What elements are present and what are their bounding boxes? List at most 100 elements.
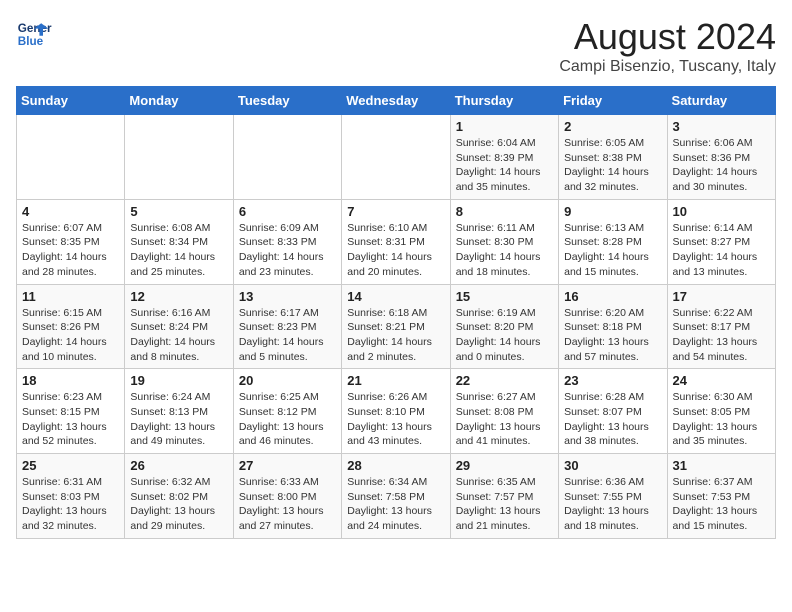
calendar-cell: 25 Sunrise: 6:31 AM Sunset: 8:03 PM Dayli… xyxy=(17,454,125,539)
day-info: Sunrise: 6:09 AM Sunset: 8:33 PM Dayligh… xyxy=(239,221,336,280)
day-number: 22 xyxy=(456,373,553,388)
day-number: 15 xyxy=(456,289,553,304)
day-number: 8 xyxy=(456,204,553,219)
logo-icon: General Blue xyxy=(16,16,52,52)
day-info: Sunrise: 6:22 AM Sunset: 8:17 PM Dayligh… xyxy=(673,306,770,365)
week-row-4: 18 Sunrise: 6:23 AM Sunset: 8:15 PM Dayli… xyxy=(17,369,776,454)
calendar-cell: 4Sunrise: 6:07 AM Sunset: 8:35 PM Daylig… xyxy=(17,199,125,284)
calendar-cell: 24 Sunrise: 6:30 AM Sunset: 8:05 PM Dayli… xyxy=(667,369,775,454)
calendar-cell: 23Sunrise: 6:28 AM Sunset: 8:07 PM Dayli… xyxy=(559,369,667,454)
day-info: Sunrise: 6:33 AM Sunset: 8:00 PM Dayligh… xyxy=(239,475,336,534)
day-info: Sunrise: 6:16 AM Sunset: 8:24 PM Dayligh… xyxy=(130,306,227,365)
day-info: Sunrise: 6:24 AM Sunset: 8:13 PM Dayligh… xyxy=(130,390,227,449)
page-subtitle: Campi Bisenzio, Tuscany, Italy xyxy=(559,58,776,76)
day-info: Sunrise: 6:25 AM Sunset: 8:12 PM Dayligh… xyxy=(239,390,336,449)
day-number: 11 xyxy=(22,289,119,304)
day-info: Sunrise: 6:06 AM Sunset: 8:36 PM Dayligh… xyxy=(673,136,770,195)
calendar-cell: 27 Sunrise: 6:33 AM Sunset: 8:00 PM Dayli… xyxy=(233,454,341,539)
day-number: 20 xyxy=(239,373,336,388)
day-info: Sunrise: 6:10 AM Sunset: 8:31 PM Dayligh… xyxy=(347,221,444,280)
day-number: 13 xyxy=(239,289,336,304)
day-number: 14 xyxy=(347,289,444,304)
day-number: 1 xyxy=(456,119,553,134)
calendar-table: SundayMondayTuesdayWednesdayThursdayFrid… xyxy=(16,86,776,539)
calendar-cell: 21Sunrise: 6:26 AM Sunset: 8:10 PM Dayli… xyxy=(342,369,450,454)
calendar-cell: 1 Sunrise: 6:04 AM Sunset: 8:39 PM Daylig… xyxy=(450,115,558,200)
title-area: August 2024 Campi Bisenzio, Tuscany, Ita… xyxy=(559,16,776,76)
day-info: Sunrise: 6:30 AM Sunset: 8:05 PM Dayligh… xyxy=(673,390,770,449)
calendar-cell: 17 Sunrise: 6:22 AM Sunset: 8:17 PM Dayli… xyxy=(667,284,775,369)
calendar-cell: 12 Sunrise: 6:16 AM Sunset: 8:24 PM Dayli… xyxy=(125,284,233,369)
header-day-thursday: Thursday xyxy=(450,87,558,115)
calendar-cell: 9Sunrise: 6:13 AM Sunset: 8:28 PM Daylig… xyxy=(559,199,667,284)
day-info: Sunrise: 6:11 AM Sunset: 8:30 PM Dayligh… xyxy=(456,221,553,280)
calendar-cell: 13 Sunrise: 6:17 AM Sunset: 8:23 PM Dayli… xyxy=(233,284,341,369)
day-number: 30 xyxy=(564,458,661,473)
svg-text:General: General xyxy=(18,22,52,35)
calendar-cell: 29Sunrise: 6:35 AM Sunset: 7:57 PM Dayli… xyxy=(450,454,558,539)
day-number: 23 xyxy=(564,373,661,388)
day-info: Sunrise: 6:17 AM Sunset: 8:23 PM Dayligh… xyxy=(239,306,336,365)
day-number: 16 xyxy=(564,289,661,304)
calendar-cell: 7 Sunrise: 6:10 AM Sunset: 8:31 PM Daylig… xyxy=(342,199,450,284)
day-number: 10 xyxy=(673,204,770,219)
calendar-cell: 11 Sunrise: 6:15 AM Sunset: 8:26 PM Dayli… xyxy=(17,284,125,369)
calendar-cell: 28Sunrise: 6:34 AM Sunset: 7:58 PM Dayli… xyxy=(342,454,450,539)
day-number: 27 xyxy=(239,458,336,473)
calendar-cell: 6Sunrise: 6:09 AM Sunset: 8:33 PM Daylig… xyxy=(233,199,341,284)
day-info: Sunrise: 6:13 AM Sunset: 8:28 PM Dayligh… xyxy=(564,221,661,280)
calendar-cell: 30 Sunrise: 6:36 AM Sunset: 7:55 PM Dayli… xyxy=(559,454,667,539)
header-day-saturday: Saturday xyxy=(667,87,775,115)
calendar-cell xyxy=(17,115,125,200)
day-info: Sunrise: 6:04 AM Sunset: 8:39 PM Dayligh… xyxy=(456,136,553,195)
day-info: Sunrise: 6:23 AM Sunset: 8:15 PM Dayligh… xyxy=(22,390,119,449)
day-info: Sunrise: 6:32 AM Sunset: 8:02 PM Dayligh… xyxy=(130,475,227,534)
day-info: Sunrise: 6:36 AM Sunset: 7:55 PM Dayligh… xyxy=(564,475,661,534)
header-day-sunday: Sunday xyxy=(17,87,125,115)
day-number: 25 xyxy=(22,458,119,473)
calendar-cell: 31Sunrise: 6:37 AM Sunset: 7:53 PM Dayli… xyxy=(667,454,775,539)
calendar-cell: 20 Sunrise: 6:25 AM Sunset: 8:12 PM Dayli… xyxy=(233,369,341,454)
day-info: Sunrise: 6:19 AM Sunset: 8:20 PM Dayligh… xyxy=(456,306,553,365)
header-day-monday: Monday xyxy=(125,87,233,115)
day-number: 17 xyxy=(673,289,770,304)
calendar-cell: 8 Sunrise: 6:11 AM Sunset: 8:30 PM Daylig… xyxy=(450,199,558,284)
header: General Blue August 2024 Campi Bisenzio,… xyxy=(16,16,776,76)
day-number: 12 xyxy=(130,289,227,304)
day-info: Sunrise: 6:34 AM Sunset: 7:58 PM Dayligh… xyxy=(347,475,444,534)
header-day-wednesday: Wednesday xyxy=(342,87,450,115)
day-info: Sunrise: 6:05 AM Sunset: 8:38 PM Dayligh… xyxy=(564,136,661,195)
day-number: 29 xyxy=(456,458,553,473)
logo: General Blue xyxy=(16,16,52,52)
calendar-cell: 15 Sunrise: 6:19 AM Sunset: 8:20 PM Dayli… xyxy=(450,284,558,369)
day-info: Sunrise: 6:27 AM Sunset: 8:08 PM Dayligh… xyxy=(456,390,553,449)
day-number: 24 xyxy=(673,373,770,388)
calendar-cell: 19 Sunrise: 6:24 AM Sunset: 8:13 PM Dayli… xyxy=(125,369,233,454)
header-day-friday: Friday xyxy=(559,87,667,115)
week-row-3: 11 Sunrise: 6:15 AM Sunset: 8:26 PM Dayli… xyxy=(17,284,776,369)
page-title: August 2024 xyxy=(559,16,776,58)
week-row-5: 25 Sunrise: 6:31 AM Sunset: 8:03 PM Dayli… xyxy=(17,454,776,539)
calendar-cell: 10 Sunrise: 6:14 AM Sunset: 8:27 PM Dayli… xyxy=(667,199,775,284)
week-row-2: 4Sunrise: 6:07 AM Sunset: 8:35 PM Daylig… xyxy=(17,199,776,284)
day-info: Sunrise: 6:37 AM Sunset: 7:53 PM Dayligh… xyxy=(673,475,770,534)
day-number: 2 xyxy=(564,119,661,134)
day-info: Sunrise: 6:08 AM Sunset: 8:34 PM Dayligh… xyxy=(130,221,227,280)
calendar-cell xyxy=(342,115,450,200)
day-info: Sunrise: 6:14 AM Sunset: 8:27 PM Dayligh… xyxy=(673,221,770,280)
day-number: 7 xyxy=(347,204,444,219)
day-number: 19 xyxy=(130,373,227,388)
calendar-cell: 26 Sunrise: 6:32 AM Sunset: 8:02 PM Dayli… xyxy=(125,454,233,539)
day-info: Sunrise: 6:07 AM Sunset: 8:35 PM Dayligh… xyxy=(22,221,119,280)
calendar-cell: 16 Sunrise: 6:20 AM Sunset: 8:18 PM Dayli… xyxy=(559,284,667,369)
day-info: Sunrise: 6:31 AM Sunset: 8:03 PM Dayligh… xyxy=(22,475,119,534)
calendar-cell: 3Sunrise: 6:06 AM Sunset: 8:36 PM Daylig… xyxy=(667,115,775,200)
day-number: 18 xyxy=(22,373,119,388)
calendar-cell: 5Sunrise: 6:08 AM Sunset: 8:34 PM Daylig… xyxy=(125,199,233,284)
day-number: 26 xyxy=(130,458,227,473)
calendar-cell xyxy=(125,115,233,200)
calendar-cell: 22 Sunrise: 6:27 AM Sunset: 8:08 PM Dayli… xyxy=(450,369,558,454)
header-day-tuesday: Tuesday xyxy=(233,87,341,115)
day-info: Sunrise: 6:20 AM Sunset: 8:18 PM Dayligh… xyxy=(564,306,661,365)
day-info: Sunrise: 6:15 AM Sunset: 8:26 PM Dayligh… xyxy=(22,306,119,365)
